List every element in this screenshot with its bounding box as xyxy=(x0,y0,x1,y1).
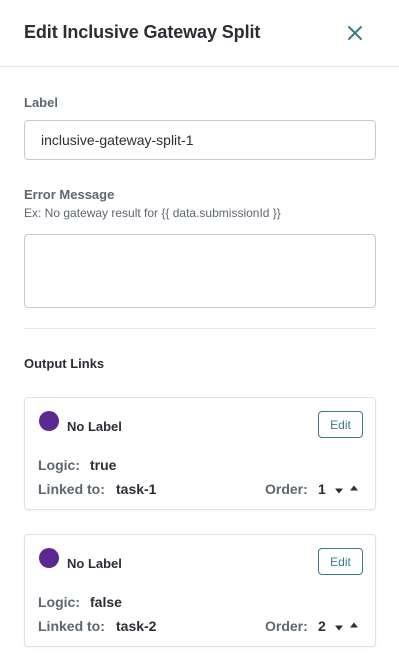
logic-value: false xyxy=(90,594,122,610)
close-icon[interactable] xyxy=(344,22,366,44)
logic-label: Logic: xyxy=(38,594,80,610)
order-value: 2 xyxy=(318,618,326,634)
order-label: Order: xyxy=(265,481,308,497)
order-value: 1 xyxy=(318,481,326,497)
edit-button[interactable]: Edit xyxy=(318,411,363,438)
output-links-title: Output Links xyxy=(24,356,105,371)
order-label: Order: xyxy=(265,618,308,634)
linked-to-value: task-2 xyxy=(116,618,157,634)
linked-to-value: task-1 xyxy=(116,481,157,497)
link-color-dot xyxy=(39,548,59,568)
section-divider xyxy=(24,328,376,329)
panel-header: Edit Inclusive Gateway Split xyxy=(0,0,399,67)
edit-button[interactable]: Edit xyxy=(318,548,363,575)
order-down-icon[interactable] xyxy=(333,622,345,634)
logic-label: Logic: xyxy=(38,457,80,473)
error-message-textarea[interactable] xyxy=(24,234,376,308)
order-up-icon[interactable] xyxy=(348,482,360,494)
logic-value: true xyxy=(90,457,117,473)
order-up-icon[interactable] xyxy=(348,619,360,631)
linked-to-label: Linked to: xyxy=(38,618,105,634)
output-link-name: No Label xyxy=(67,556,122,571)
order-down-icon[interactable] xyxy=(333,485,345,497)
page-title: Edit Inclusive Gateway Split xyxy=(24,22,261,42)
error-message-label: Error Message xyxy=(24,187,115,202)
label-input[interactable] xyxy=(24,120,376,160)
label-field-label: Label xyxy=(24,95,58,110)
output-link-name: No Label xyxy=(67,419,122,434)
error-message-hint: Ex: No gateway result for {{ data.submis… xyxy=(24,206,281,220)
link-color-dot xyxy=(39,411,59,431)
output-link-card: No Label Edit Logic: false Linked to: ta… xyxy=(24,534,376,647)
linked-to-label: Linked to: xyxy=(38,481,105,497)
output-link-card: No Label Edit Logic: true Linked to: tas… xyxy=(24,397,376,510)
